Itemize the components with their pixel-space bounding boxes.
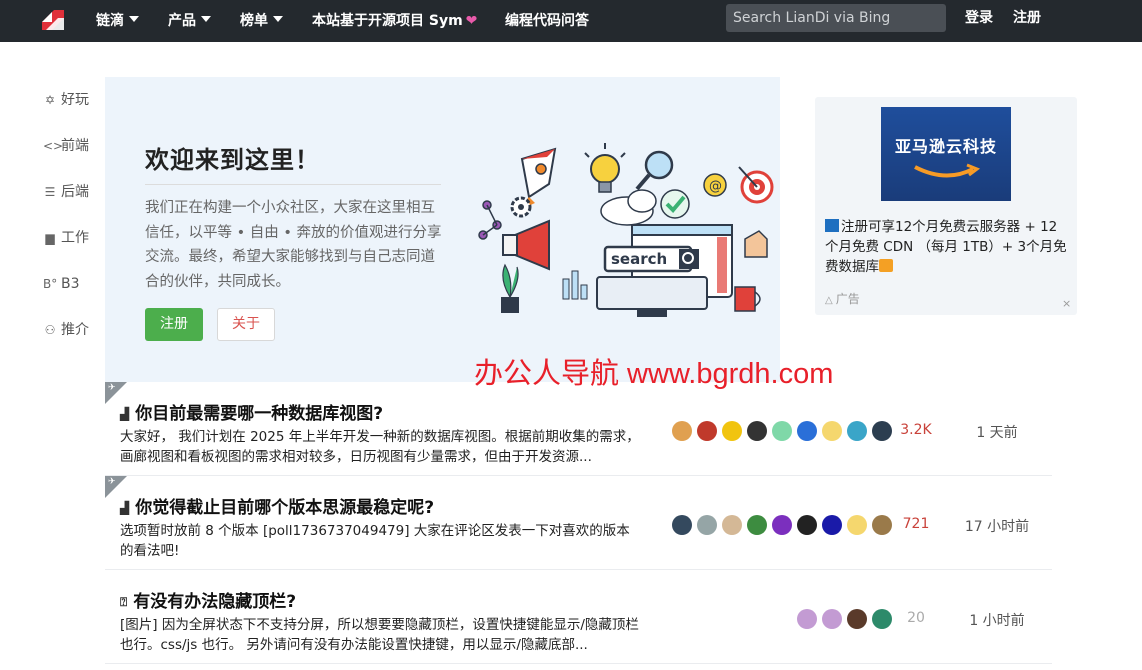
- heart-icon: ❤: [465, 13, 478, 29]
- svg-text:search: search: [611, 250, 667, 268]
- b3-icon: B°: [43, 277, 58, 291]
- ad-close-button[interactable]: ×: [1062, 297, 1071, 310]
- avatar[interactable]: [672, 515, 692, 535]
- avatar[interactable]: [797, 421, 817, 441]
- ad-banner-text: 亚马逊云科技: [894, 137, 997, 156]
- hero-illustration: @ search: [478, 143, 774, 317]
- post-excerpt[interactable]: [图片] 因为全屏状态下不支持分屏，所以想要要隐藏顶栏，设置快捷键能显示/隐藏顶…: [120, 615, 640, 655]
- hero-about-button[interactable]: 关于: [217, 308, 275, 341]
- caret-down-icon: [273, 16, 283, 22]
- post-list-item[interactable]: ✈ ▟ 你觉得截止目前哪个版本思源最稳定呢? 选项暂时放前 8 个版本 [poll17…: [105, 476, 1052, 570]
- avatar[interactable]: [822, 421, 842, 441]
- post-list-item[interactable]: ⍰ 有没有办法隐藏顶栏? [图片] 因为全屏状态下不支持分屏，所以想要要隐藏顶栏，设…: [105, 570, 1052, 664]
- login-link[interactable]: 登录: [965, 0, 993, 36]
- plant-icon: [501, 263, 519, 313]
- view-count: 20: [907, 610, 925, 626]
- participant-avatars: [672, 515, 892, 535]
- register-link[interactable]: 注册: [1013, 0, 1041, 36]
- avatar[interactable]: [822, 609, 842, 629]
- avatar[interactable]: [672, 421, 692, 441]
- post-title[interactable]: ▟ 你觉得截止目前哪个版本思源最稳定呢?: [120, 493, 434, 518]
- svg-text:@: @: [709, 179, 722, 194]
- post-title[interactable]: ⍰ 有没有办法隐藏顶栏?: [120, 587, 296, 612]
- pin-icon: ✈: [108, 383, 116, 393]
- hero-register-button[interactable]: 注册: [145, 308, 203, 341]
- view-count: 721: [902, 516, 930, 532]
- hero-description: 我们正在构建一个小众社区，大家在这里相互信任，以平等 • 自由 • 奔放的价值观…: [145, 200, 442, 290]
- cloud-icon: [600, 189, 657, 226]
- avatar[interactable]: [822, 515, 842, 535]
- ad-label: △ 广告: [825, 292, 860, 306]
- hero-divider: [145, 184, 441, 185]
- post-time: 1 天前: [976, 425, 1018, 441]
- question-icon: ⍰: [120, 595, 128, 609]
- target-icon: [738, 166, 774, 204]
- avatar[interactable]: [722, 421, 742, 441]
- avatar[interactable]: [847, 421, 867, 441]
- nav-rankings[interactable]: 榜单: [240, 0, 283, 42]
- code-icon: <>: [43, 139, 64, 153]
- lightbulb-icon: [584, 143, 626, 193]
- free-badge-icon: [825, 219, 839, 232]
- avatar[interactable]: [797, 609, 817, 629]
- poll-icon: ▟: [120, 501, 130, 515]
- welcome-hero: 欢迎来到这里！ 我们正在构建一个小众社区，大家在这里相互信任，以平等 • 自由 …: [105, 77, 780, 382]
- avatar[interactable]: [747, 515, 767, 535]
- thumbs-up-icon: [744, 230, 768, 258]
- avatar[interactable]: [797, 515, 817, 535]
- smile-arrow-icon: [914, 163, 981, 178]
- ad-text[interactable]: 注册可享12个月免费云服务器 + 12个月免费 CDN （每月 1TB）+ 3个…: [825, 217, 1070, 277]
- avatar[interactable]: [722, 515, 742, 535]
- view-count: 3.2K: [900, 422, 932, 438]
- sidebar-item-fun[interactable]: ✡ 好玩: [43, 89, 89, 111]
- check-icon: [660, 189, 690, 219]
- sidebar-item-recommend[interactable]: ⚇ 推介: [43, 319, 89, 341]
- server-icon: ☰: [44, 185, 56, 199]
- mug-icon: [734, 286, 756, 312]
- participant-avatars: [797, 609, 892, 629]
- briefcase-icon: ▆: [45, 231, 55, 245]
- hero-title: 欢迎来到这里！: [145, 146, 320, 174]
- sidebar-item-backend[interactable]: ☰ 后端: [43, 181, 89, 203]
- avatar[interactable]: [847, 515, 867, 535]
- avatar[interactable]: [697, 421, 717, 441]
- caret-down-icon: [201, 16, 211, 22]
- post-excerpt[interactable]: 大家好， 我们计划在 2025 年上半年开发一种新的数据库视图。根据前期收集的需…: [120, 427, 640, 467]
- ad-card[interactable]: 亚马逊云科技 注册可享12个月免费云服务器 + 12个月免费 CDN （每月 1…: [815, 97, 1077, 315]
- monitor-stand: [596, 276, 708, 310]
- post-excerpt[interactable]: 选项暂时放前 8 个版本 [poll1736737049479] 大家在评论区发…: [120, 521, 640, 561]
- magnifier-icon: [635, 150, 674, 191]
- recommend-icon: ⚇: [44, 323, 56, 337]
- star-icon: ✡: [44, 93, 56, 107]
- post-time: 17 小时前: [964, 519, 1030, 535]
- avatar[interactable]: [847, 609, 867, 629]
- top-navbar: 链滴 产品 榜单 本站基于开源项目 Sym❤ 编程代码问答 登录 注册: [0, 0, 1142, 42]
- participant-avatars: [672, 421, 892, 441]
- post-title[interactable]: ▟ 你目前最需要哪一种数据库视图?: [120, 399, 383, 424]
- network-icon: [478, 200, 502, 240]
- gift-icon: [879, 259, 893, 272]
- sidebar-item-frontend[interactable]: <>前端: [43, 135, 89, 157]
- ad-icon: △: [825, 295, 833, 306]
- avatar[interactable]: [772, 421, 792, 441]
- avatar[interactable]: [697, 515, 717, 535]
- pin-icon: ✈: [108, 477, 116, 487]
- poll-icon: ▟: [120, 407, 130, 421]
- post-time: 1 小时前: [969, 613, 1025, 629]
- bar-chart-icon: [562, 270, 588, 300]
- avatar[interactable]: [747, 421, 767, 441]
- post-list-item[interactable]: ✈ ▟ 你目前最需要哪一种数据库视图? 大家好， 我们计划在 2025 年上半年开发一…: [105, 382, 1052, 476]
- nav-liandi[interactable]: 链滴: [96, 0, 139, 42]
- sidebar-item-b3[interactable]: B° B3: [43, 273, 80, 295]
- nav-products[interactable]: 产品: [168, 0, 211, 42]
- ad-banner-image[interactable]: 亚马逊云科技: [881, 107, 1011, 201]
- megaphone-icon: [502, 219, 550, 271]
- nav-qa[interactable]: 编程代码问答: [505, 0, 589, 42]
- avatar[interactable]: [772, 515, 792, 535]
- nav-open-source[interactable]: 本站基于开源项目 Sym ❤: [312, 0, 477, 42]
- search-input[interactable]: [726, 4, 946, 32]
- sidebar-item-work[interactable]: ▆ 工作: [43, 227, 89, 249]
- caret-down-icon: [129, 16, 139, 22]
- logo-icon[interactable]: [40, 8, 66, 34]
